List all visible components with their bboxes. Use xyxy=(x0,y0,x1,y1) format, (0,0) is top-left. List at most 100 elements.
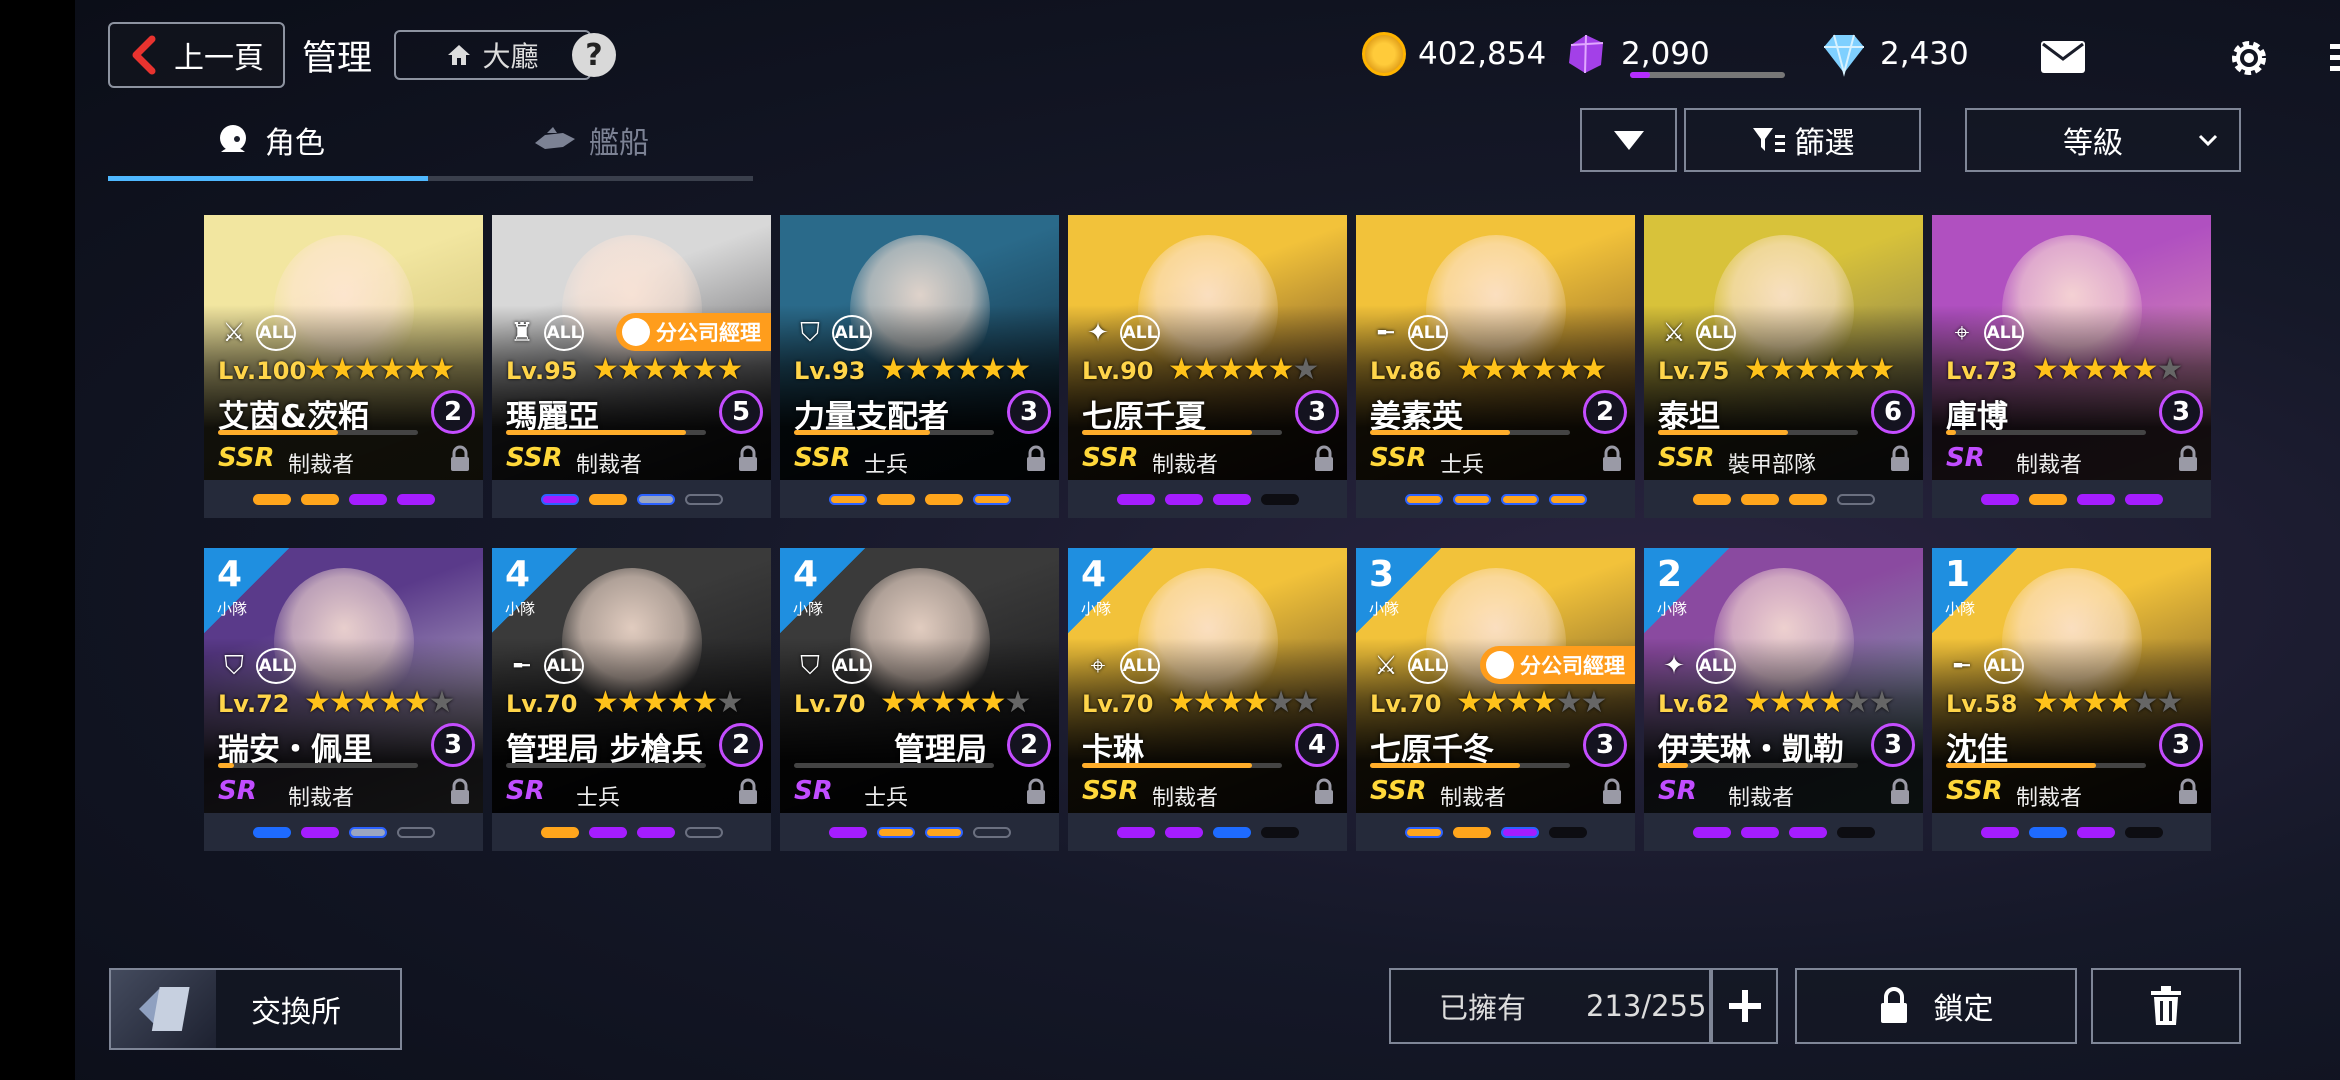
character-card[interactable]: 2 小隊 ✦ ALL Lv.62 ★★★★★★ 伊芙琳・凱勒 3 SR 制裁者 xyxy=(1644,548,1923,813)
filter-label: 篩選 xyxy=(1794,126,1855,161)
mail-icon[interactable] xyxy=(2040,40,2086,74)
class-label: 制裁者 xyxy=(1152,453,1219,478)
lobby-button[interactable]: 大廳 xyxy=(394,30,591,80)
skill-pip xyxy=(348,493,387,505)
page-title: 管理 xyxy=(302,39,373,79)
lock-icon[interactable] xyxy=(1313,445,1335,473)
owned-count-box: 已擁有 213/255 xyxy=(1389,968,1711,1044)
top-bar: 上一頁 管理 大廳 ? 402,854 2,090 2,430 角色 艦船 篩選… xyxy=(75,0,2340,185)
role-icons: ⚔ ALL xyxy=(1656,315,1736,351)
skill-pip xyxy=(972,493,1011,505)
character-card[interactable]: ⛉ ALL Lv.93 ★★★★★★ 力量支配者 3 SSR 士兵 xyxy=(780,215,1059,480)
tab-characters[interactable]: 角色 xyxy=(215,120,325,161)
shield-icon: ⛉ xyxy=(224,650,244,681)
lock-icon[interactable] xyxy=(737,778,759,806)
coin-icon xyxy=(1362,32,1406,76)
lock-icon[interactable] xyxy=(1601,778,1623,806)
gear-icon[interactable] xyxy=(2228,37,2270,79)
target-icon: ⌖ xyxy=(1090,650,1106,681)
lock-icon[interactable] xyxy=(449,445,471,473)
xp-bar xyxy=(1946,763,2146,768)
star-rating: ★★★★★★ xyxy=(2032,685,2183,720)
level-badge: 2 xyxy=(719,723,763,767)
character-card[interactable]: ⚔ ALL Lv.75 ★★★★★★ 泰坦 6 SSR 裝甲部隊 xyxy=(1644,215,1923,480)
skill-pip xyxy=(924,826,963,838)
skill-pip xyxy=(348,826,387,838)
shield-icon: ⛉ xyxy=(800,650,820,681)
character-level: Lv.75 xyxy=(1658,357,1730,385)
lock-button[interactable]: 鎖定 xyxy=(1795,968,2077,1044)
character-card[interactable]: 分公司經理 ♜ ALL Lv.95 ★★★★★★ 瑪麗亞 5 SSR 制裁者 xyxy=(492,215,771,480)
level-badge: 2 xyxy=(1007,723,1051,767)
delete-button[interactable] xyxy=(2091,968,2241,1044)
lock-icon[interactable] xyxy=(1313,778,1335,806)
character-level: Lv.62 xyxy=(1658,690,1730,718)
menu-icon[interactable] xyxy=(2330,42,2340,74)
rarity-label: SR xyxy=(506,776,545,806)
lock-icon[interactable] xyxy=(449,778,471,806)
xp-bar xyxy=(794,430,994,435)
role-icons: ✦ ALL xyxy=(1080,315,1160,351)
skill-pip xyxy=(588,493,627,505)
skill-pip xyxy=(2076,493,2115,505)
lock-icon[interactable] xyxy=(1889,778,1911,806)
skill-pips xyxy=(1644,480,1923,518)
skill-pip xyxy=(396,826,435,838)
trash-icon xyxy=(2151,986,2181,1025)
lock-icon[interactable] xyxy=(1889,445,1911,473)
sort-order-button[interactable] xyxy=(1580,108,1677,172)
lock-icon[interactable] xyxy=(2177,445,2199,473)
skill-pips xyxy=(1356,813,1635,851)
gem-currency[interactable]: 2,090 xyxy=(1563,32,1710,76)
role-icons: ╾ ALL xyxy=(1368,315,1448,351)
lock-icon[interactable] xyxy=(1601,445,1623,473)
skill-pip xyxy=(1116,493,1155,505)
character-card[interactable]: ╾ ALL Lv.86 ★★★★★★ 姜素英 2 SSR 士兵 xyxy=(1356,215,1635,480)
tab-ships[interactable]: 艦船 xyxy=(533,120,649,161)
role-icons: ⚔ ALL xyxy=(216,315,296,351)
star-rating: ★★★★★★ xyxy=(1744,352,1895,387)
character-card[interactable]: 1 小隊 ╾ ALL Lv.58 ★★★★★★ 沈佳 3 SSR 制裁者 xyxy=(1932,548,2211,813)
lock-icon[interactable] xyxy=(1025,778,1047,806)
back-button[interactable]: 上一頁 xyxy=(108,22,285,88)
role-icons: ⛉ ALL xyxy=(792,648,872,684)
expand-slots-button[interactable] xyxy=(1711,968,1778,1044)
squad-badge: 4 小隊 xyxy=(1068,548,1153,633)
skill-pip xyxy=(1404,826,1443,838)
character-card[interactable]: ✦ ALL Lv.90 ★★★★★★ 七原千夏 3 SSR 制裁者 xyxy=(1068,215,1347,480)
character-card[interactable]: 4 小隊 ⛉ ALL Lv.70 ★★★★★★ 管理局 2 SR 士兵 xyxy=(780,548,1059,813)
all-icon: ALL xyxy=(1984,315,2024,351)
xp-bar xyxy=(218,430,418,435)
help-button[interactable]: ? xyxy=(572,33,616,77)
character-card[interactable]: ⌖ ALL Lv.73 ★★★★★★ 庫博 3 SR 制裁者 xyxy=(1932,215,2211,480)
character-card[interactable]: ⚔ ALL Lv.100 ★★★★★★ 艾茵&茨粨 2 SSR 制裁者 xyxy=(204,215,483,480)
character-card[interactable]: 4 小隊 ⛉ ALL Lv.72 ★★★★★★ 瑞安・佩里 3 SR 制裁者 xyxy=(204,548,483,813)
owned-value: 213/255 xyxy=(1586,989,1707,1023)
lock-icon[interactable] xyxy=(1025,445,1047,473)
lock-icon[interactable] xyxy=(2177,778,2199,806)
rook-icon: ♜ xyxy=(510,318,534,348)
skill-pip xyxy=(1404,493,1443,505)
home-icon xyxy=(448,45,471,65)
lobby-label: 大廳 xyxy=(482,40,539,73)
squad-badge: 2 小隊 xyxy=(1644,548,1729,633)
character-card[interactable]: 3 小隊 分公司經理 ⚔ ALL Lv.70 ★★★★★★ 七原千冬 3 SSR 制… xyxy=(1356,548,1635,813)
level-badge: 4 xyxy=(1295,723,1339,767)
character-card[interactable]: 4 小隊 ⌖ ALL Lv.70 ★★★★★★ 卡琳 4 SSR 制裁者 xyxy=(1068,548,1347,813)
sort-select[interactable]: 等級 xyxy=(1965,108,2241,172)
all-icon: ALL xyxy=(1408,315,1448,351)
lock-icon[interactable] xyxy=(737,445,759,473)
character-level: Lv.72 xyxy=(218,690,290,718)
skill-pip xyxy=(1740,493,1779,505)
character-card[interactable]: 4 小隊 ╾ ALL Lv.70 ★★★★★★ 管理局 步槍兵 2 SR 士兵 xyxy=(492,548,771,813)
skill-pip xyxy=(1836,826,1875,838)
exchange-button[interactable]: 交換所 xyxy=(109,968,402,1050)
sort-label: 等級 xyxy=(2063,126,2123,161)
gem-icon xyxy=(1569,34,1604,74)
filter-button[interactable]: 篩選 xyxy=(1684,108,1921,172)
role-icons: ⛉ ALL xyxy=(792,315,872,351)
skill-pip xyxy=(636,826,675,838)
all-icon: ALL xyxy=(832,648,872,684)
star-rating: ★★★★★★ xyxy=(1168,685,1319,720)
diamond-currency[interactable]: 2,430 xyxy=(1820,32,1969,77)
